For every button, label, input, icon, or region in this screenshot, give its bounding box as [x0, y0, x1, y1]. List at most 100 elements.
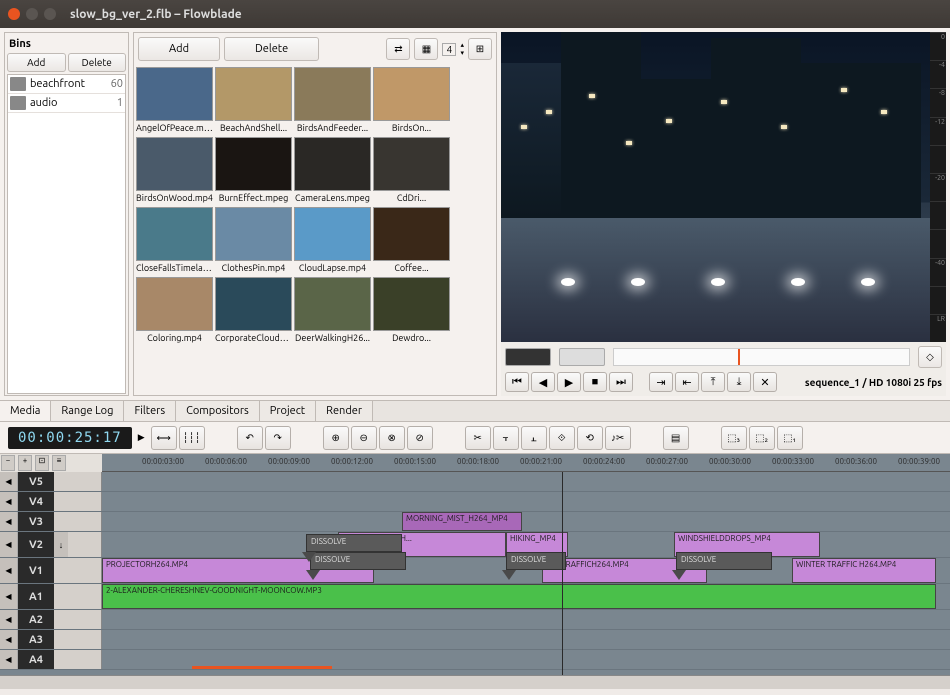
media-item[interactable]: BirdsAndFeeder... — [294, 67, 371, 135]
track-lane[interactable] — [102, 650, 950, 669]
time-ruler[interactable]: 00:00:03:0000:00:06:0000:00:09:0000:00:1… — [102, 454, 950, 472]
append-tool[interactable]: ⊖ — [351, 426, 377, 450]
zoom-slider-icon[interactable]: ⟷ — [151, 426, 177, 450]
trim-view-button[interactable] — [505, 348, 551, 366]
mute-icon[interactable]: ◀ — [0, 492, 18, 511]
mute-icon[interactable]: ◀ — [0, 630, 18, 649]
splice-tool[interactable]: ⫟ — [493, 426, 519, 450]
render-preset-1[interactable]: ⬚₃ — [721, 426, 747, 450]
rewind-button[interactable]: ⏮ — [505, 372, 529, 392]
clip[interactable]: MORNING_MIST_H264_MP4 — [402, 512, 522, 531]
spin-up-icon[interactable]: ▴ — [460, 41, 464, 49]
mute-icon[interactable]: ◀ — [0, 532, 18, 557]
media-delete-button[interactable]: Delete — [224, 37, 319, 61]
play-button[interactable]: ▶ — [557, 372, 581, 392]
media-item[interactable]: Dewdro... — [373, 277, 450, 345]
media-item[interactable]: CloudLapse.mp4 — [294, 207, 371, 275]
bin-list[interactable]: beachfront 60 audio 1 — [7, 74, 126, 394]
zoom-fit-icon[interactable]: ⊡ — [35, 455, 49, 471]
scrub-playhead[interactable] — [738, 349, 740, 365]
insert-tool[interactable]: ⊕ — [323, 426, 349, 450]
bin-row[interactable]: audio 1 — [8, 94, 125, 113]
clip[interactable]: 2-ALEXANDER-CHERESHNEV-GOODNIGHT-MOONCOW… — [102, 584, 936, 609]
stop-button[interactable]: ■ — [583, 372, 607, 392]
media-add-button[interactable]: Add — [138, 37, 220, 61]
mark-in-button[interactable]: ⇥ — [649, 372, 673, 392]
split-audio-tool[interactable]: ♪✂ — [605, 426, 631, 450]
marker-icon[interactable]: ◇ — [918, 346, 942, 368]
maximize-icon[interactable] — [44, 8, 56, 20]
minimize-icon[interactable] — [26, 8, 38, 20]
columns-spinner[interactable]: 4 — [442, 43, 456, 56]
mute-icon[interactable]: ◀ — [0, 650, 18, 669]
bin-row[interactable]: beachfront 60 — [8, 75, 125, 94]
levels-icon[interactable]: ┆┆┆ — [179, 426, 205, 450]
timeline-playhead[interactable] — [562, 472, 563, 675]
track-lane[interactable] — [102, 630, 950, 649]
overwrite-tool[interactable]: ⊗ — [379, 426, 405, 450]
media-item[interactable]: CdDri... — [373, 137, 450, 205]
media-item[interactable]: CloseFallsTimelap... — [136, 207, 213, 275]
three-point-tool[interactable]: ⊘ — [407, 426, 433, 450]
goto-in-button[interactable]: ⤒ — [701, 372, 725, 392]
tab-filters[interactable]: Filters — [124, 401, 176, 421]
monitor-view-button[interactable] — [559, 348, 605, 366]
timeline-scrollbar[interactable] — [0, 675, 950, 689]
clear-marks-button[interactable]: ✕ — [753, 372, 777, 392]
media-item[interactable]: ClothesPin.mp4 — [215, 207, 292, 275]
close-icon[interactable] — [8, 8, 20, 20]
track-lane[interactable] — [102, 492, 950, 511]
media-item[interactable]: AngelOfPeace.mp4 — [136, 67, 213, 135]
media-item[interactable]: BirdsOnWood.mp4 — [136, 137, 213, 205]
media-item[interactable]: BirdsOn... — [373, 67, 450, 135]
mute-icon[interactable]: ◀ — [0, 512, 18, 531]
mark-out-button[interactable]: ⇤ — [675, 372, 699, 392]
track-lane[interactable] — [102, 610, 950, 629]
mute-icon[interactable]: ◀ — [0, 584, 18, 609]
compositor-dissolve[interactable]: DISSOLVE — [306, 534, 402, 552]
track-options-icon[interactable]: ≡ — [52, 455, 66, 471]
spin-down-icon[interactable]: ▾ — [460, 49, 464, 57]
play-back-button[interactable]: ◀ — [531, 372, 555, 392]
compositor-dissolve[interactable]: DISSOLVE — [310, 552, 406, 570]
clip[interactable]: WINTER TRAFFIC H264.MP4 — [792, 558, 936, 583]
lift-tool[interactable]: ⫠ — [521, 426, 547, 450]
track-lane[interactable]: 2-ALEXANDER-CHERESHNEV-GOODNIGHT-MOONCOW… — [102, 584, 950, 609]
forward-button[interactable]: ⏭ — [609, 372, 633, 392]
grid-icon[interactable]: ▦ — [414, 38, 438, 60]
bin-add-button[interactable]: Add — [7, 53, 66, 72]
preview-scrub-bar[interactable] — [613, 348, 910, 366]
resync-tool[interactable]: ⟲ — [577, 426, 603, 450]
tab-media[interactable]: Media — [0, 401, 51, 421]
view-mode-icon[interactable]: ⊞ — [468, 38, 492, 60]
render-preset-2[interactable]: ⬚₂ — [749, 426, 775, 450]
undo-button[interactable]: ↶ — [237, 426, 263, 450]
media-item[interactable]: BurnEffect.mpeg — [215, 137, 292, 205]
proxy-icon[interactable]: ⇄ — [386, 38, 410, 60]
mute-icon[interactable]: ◀ — [0, 558, 18, 583]
zoom-out-icon[interactable]: − — [1, 455, 15, 471]
media-item[interactable]: CameraLens.mpeg — [294, 137, 371, 205]
track-lane[interactable]: MORNING_MIST_H264_MP4 — [102, 512, 950, 531]
mute-icon[interactable]: ◀ — [0, 610, 18, 629]
redo-button[interactable]: ↷ — [265, 426, 291, 450]
zoom-in-icon[interactable]: + — [18, 455, 32, 471]
tab-project[interactable]: Project — [260, 401, 316, 421]
tab-compositors[interactable]: Compositors — [176, 401, 260, 421]
track-lane[interactable] — [102, 472, 950, 491]
preview-monitor[interactable] — [501, 32, 930, 342]
media-item[interactable]: Coffee... — [373, 207, 450, 275]
render-preset-3[interactable]: ⬚₁ — [777, 426, 803, 450]
timecode-display[interactable]: 00:00:25:17 — [8, 427, 132, 449]
media-grid[interactable]: AngelOfPeace.mp4BeachAndShell...BirdsAnd… — [134, 65, 496, 395]
mixer-button[interactable]: ▤ — [663, 426, 689, 450]
collapse-icon[interactable]: ↓ — [54, 532, 68, 557]
bin-delete-button[interactable]: Delete — [68, 53, 127, 72]
mute-icon[interactable]: ◀ — [0, 472, 18, 491]
compositor-dissolve[interactable]: DISSOLVE — [506, 552, 566, 570]
goto-out-button[interactable]: ⤓ — [727, 372, 751, 392]
tab-render[interactable]: Render — [316, 401, 373, 421]
media-item[interactable]: BeachAndShell... — [215, 67, 292, 135]
media-item[interactable]: Coloring.mp4 — [136, 277, 213, 345]
media-item[interactable]: DeerWalkingH26... — [294, 277, 371, 345]
